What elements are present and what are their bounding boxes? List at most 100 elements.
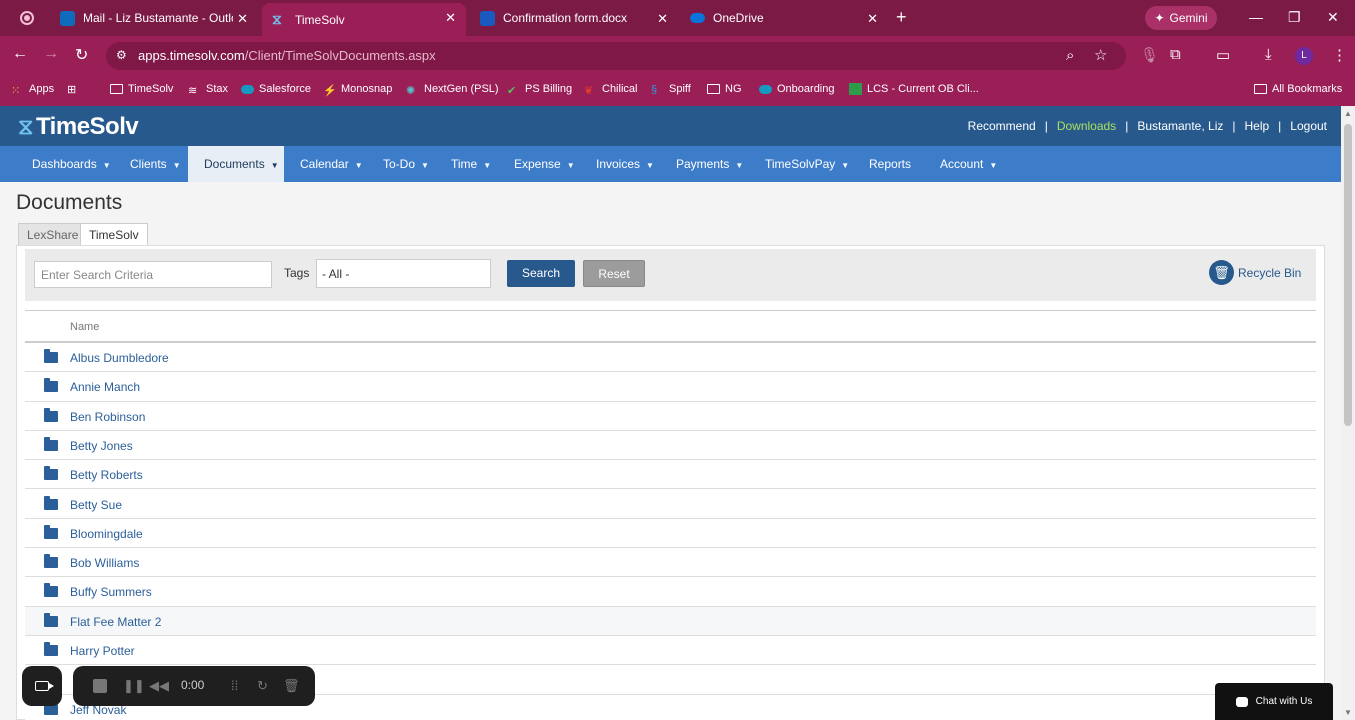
folder-link[interactable]: Flat Fee Matter 2 (70, 615, 161, 629)
table-row[interactable]: Annie Manch (25, 372, 1316, 402)
nav-calendar[interactable]: Calendar ▼ (284, 146, 379, 182)
search-button[interactable]: Search (507, 260, 575, 287)
reload-icon[interactable]: ↻ (75, 45, 88, 65)
bookmark-ng[interactable]: NG (707, 83, 742, 95)
recommend-link[interactable]: Recommend (968, 119, 1036, 133)
nav-expense[interactable]: Expense ▼ (498, 146, 591, 182)
bookmark-ps-billing[interactable]: ✔ PS Billing (507, 83, 572, 97)
scroll-up-icon[interactable]: ▲ (1344, 109, 1352, 118)
tab-outlook[interactable]: Mail - Liz Bustamante - Outlook ✕ (50, 4, 258, 32)
back-arrow-icon[interactable]: ← (12, 45, 28, 63)
close-tab-icon[interactable]: ✕ (445, 10, 456, 26)
new-tab-button[interactable]: + (896, 7, 907, 28)
nav-reports[interactable]: Reports (853, 146, 927, 182)
nav-timesolvpay[interactable]: TimeSolvPay ▼ (749, 146, 865, 182)
table-row[interactable]: Bob Williams (25, 548, 1316, 578)
profile-avatar[interactable]: L (1295, 47, 1313, 65)
nav-todo[interactable]: To-Do ▼ (367, 146, 445, 182)
recycle-bin-button[interactable]: 🗑 Recycle Bin (1209, 260, 1301, 285)
grid-icon[interactable]: ⊞ (67, 83, 80, 96)
close-window-icon[interactable]: ✕ (1327, 9, 1339, 26)
table-row[interactable]: Betty Jones (25, 430, 1316, 461)
site-info-icon[interactable]: ⚙ (116, 48, 127, 62)
microphone-icon[interactable]: 🎙 (1140, 46, 1159, 64)
camera-toggle-button[interactable] (22, 666, 62, 706)
forward-arrow-icon[interactable]: → (43, 45, 59, 63)
restart-icon[interactable]: ↻ (257, 678, 268, 694)
menu-kebab-icon[interactable]: ⋮ (1332, 46, 1347, 64)
column-header-name[interactable]: Name (70, 321, 99, 333)
zoom-icon[interactable]: ⌕ (1066, 47, 1074, 64)
bookmark-stax[interactable]: ≋ Stax (188, 83, 228, 97)
recording-indicator-icon[interactable] (20, 11, 34, 25)
minimize-icon[interactable]: — (1249, 9, 1263, 25)
user-link[interactable]: Bustamante, Liz (1137, 119, 1223, 133)
folder-link[interactable]: Bloomingdale (70, 527, 143, 541)
folder-link[interactable]: Betty Jones (70, 439, 133, 453)
bookmark-nextgen[interactable]: ✺ NextGen (PSL) (406, 83, 499, 97)
scrollbar-thumb[interactable] (1344, 124, 1352, 426)
bookmark-lcs[interactable]: LCS - Current OB Cli... (849, 83, 979, 95)
page-scrollbar[interactable]: ▲ ▼ (1341, 106, 1355, 720)
help-link[interactable]: Help (1244, 119, 1269, 133)
folder-link[interactable]: Betty Roberts (70, 468, 143, 482)
rewind-icon[interactable]: ◀◀ (149, 678, 169, 694)
bookmark-apps[interactable]: ⁙ Apps (11, 83, 54, 97)
folder-link[interactable]: Ben Robinson (70, 410, 145, 424)
table-row[interactable]: Ben Robinson (25, 401, 1316, 431)
address-bar[interactable]: ⚙ apps.timesolv.com/Client/TimeSolvDocum… (106, 42, 1126, 70)
stop-icon[interactable] (93, 679, 107, 693)
tab-timesolv-docs[interactable]: TimeSolv (80, 223, 148, 246)
table-row[interactable]: Flat Fee Matter 2 (25, 606, 1316, 636)
url-text[interactable]: apps.timesolv.com/Client/TimeSolvDocumen… (138, 48, 436, 63)
nav-time[interactable]: Time ▼ (435, 146, 507, 182)
reset-button[interactable]: Reset (583, 260, 645, 287)
table-row[interactable]: Albus Dumbledore (25, 343, 1316, 373)
tab-search-icon[interactable]: ▭ (1216, 46, 1230, 64)
tab-word-doc[interactable]: Confirmation form.docx ✕ (470, 4, 678, 32)
search-input[interactable]: Enter Search Criteria (34, 261, 272, 288)
folder-link[interactable]: Harry Potter (70, 644, 135, 658)
bookmark-monosnap[interactable]: ⚡ Monosnap (323, 83, 392, 97)
extensions-icon[interactable]: ⧉ (1170, 46, 1181, 63)
table-row[interactable]: Harry Potter (25, 636, 1316, 666)
grid-dots-icon[interactable]: ⁞⁞ (231, 678, 238, 693)
bookmark-spiff[interactable]: § Spiff (651, 83, 691, 96)
table-row[interactable]: Betty Roberts (25, 460, 1316, 490)
pause-icon[interactable]: ❚❚ (123, 678, 145, 694)
table-row[interactable]: Buffy Summers (25, 577, 1316, 607)
table-row[interactable]: Betty Sue (25, 489, 1316, 519)
scroll-down-icon[interactable]: ▼ (1344, 708, 1352, 717)
nav-account[interactable]: Account ▼ (924, 146, 1013, 182)
nav-documents[interactable]: Documents ▼ (188, 146, 284, 182)
bookmark-salesforce[interactable]: Salesforce (241, 83, 311, 95)
folder-link[interactable]: Albus Dumbledore (70, 351, 169, 365)
gemini-button[interactable]: ✦ Gemini (1145, 6, 1217, 30)
tab-timesolv[interactable]: ⧖ TimeSolv ✕ (262, 3, 466, 36)
timesolv-logo[interactable]: ⧖ TimeSolv (18, 113, 139, 141)
close-tab-icon[interactable]: ✕ (237, 11, 248, 27)
chat-with-us-button[interactable]: Chat with Us (1215, 683, 1333, 720)
nav-clients[interactable]: Clients ▼ (114, 146, 197, 182)
folder-link[interactable]: Buffy Summers (70, 585, 152, 599)
tags-select[interactable]: - All - (316, 259, 491, 288)
close-tab-icon[interactable]: ✕ (657, 11, 668, 27)
tab-onedrive[interactable]: OneDrive ✕ (680, 4, 888, 32)
nav-invoices[interactable]: Invoices ▼ (580, 146, 670, 182)
nav-dashboards[interactable]: Dashboards ▼ (16, 146, 127, 182)
downloads-link[interactable]: Downloads (1057, 119, 1116, 133)
download-icon[interactable]: ⤓ (1265, 46, 1272, 63)
folder-link[interactable]: Betty Sue (70, 498, 122, 512)
table-row[interactable]: Bloomingdale (25, 518, 1316, 549)
bookmark-timesolv[interactable]: TimeSolv (110, 83, 173, 95)
tab-lexshare[interactable]: LexShare (18, 223, 88, 246)
star-icon[interactable]: ☆ (1094, 46, 1107, 64)
all-bookmarks[interactable]: All Bookmarks (1254, 83, 1342, 95)
delete-icon[interactable]: 🗑 (283, 678, 300, 694)
folder-link[interactable]: Bob Williams (70, 556, 139, 570)
close-tab-icon[interactable]: ✕ (867, 11, 878, 27)
bookmark-onboarding[interactable]: Onboarding (759, 83, 835, 95)
restore-icon[interactable]: ❐ (1288, 9, 1301, 26)
nav-payments[interactable]: Payments ▼ (660, 146, 759, 182)
folder-link[interactable]: Annie Manch (70, 380, 140, 394)
